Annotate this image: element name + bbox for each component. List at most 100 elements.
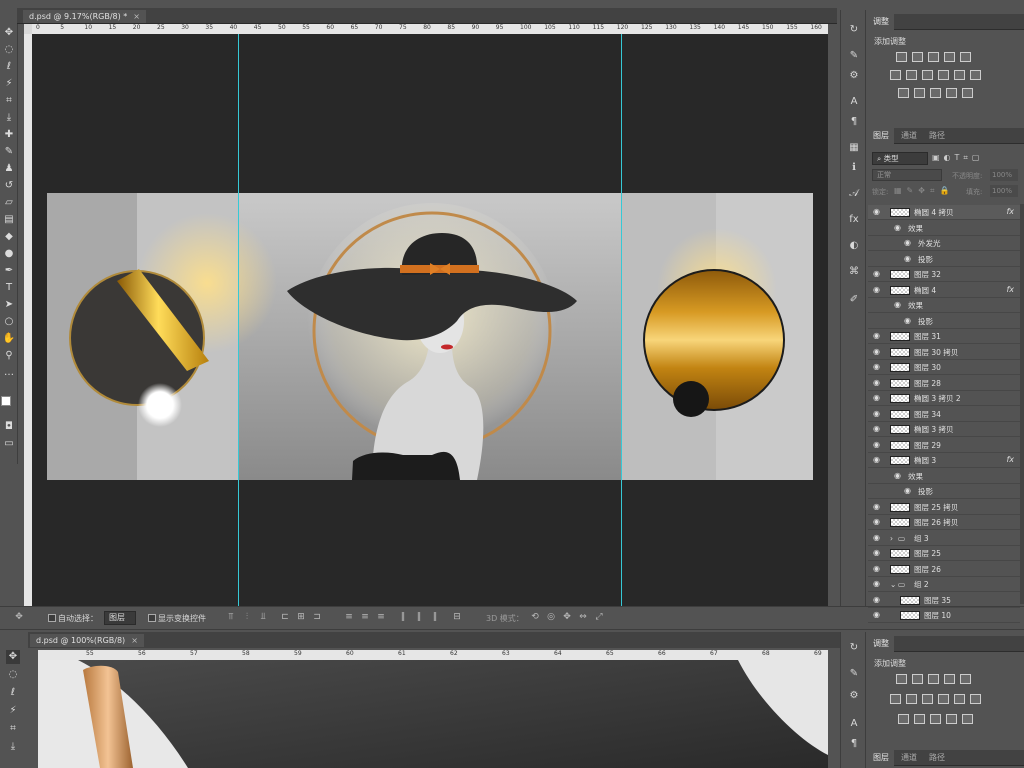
visibility-eye-icon[interactable]: ◉ — [873, 363, 882, 371]
tool-presets-icon[interactable]: ⚙ — [846, 68, 862, 84]
color-lookup-icon[interactable] — [970, 70, 981, 80]
effect-visibility-icon[interactable]: ◉ — [904, 316, 913, 324]
history-icon[interactable]: ↻ — [846, 640, 862, 656]
curves-icon[interactable] — [928, 674, 939, 684]
gradient-tool-icon[interactable]: ▤ — [2, 213, 16, 227]
color-balance-icon[interactable] — [906, 694, 917, 704]
layer-row[interactable]: ◉ 椭圆 3 拷贝 — [868, 422, 1020, 437]
3d-rotate-icon[interactable]: ⟲ — [530, 612, 540, 622]
brightness-icon[interactable] — [896, 674, 907, 684]
layer-effect-row[interactable]: ◉ 效果 — [868, 298, 1020, 313]
layer-row[interactable]: ◉ 图层 28 — [868, 376, 1020, 391]
layer-effect-row[interactable]: ◉ 效果 — [868, 221, 1020, 236]
visibility-eye-icon[interactable]: ◉ — [873, 409, 882, 417]
tab-channels[interactable]: 通道 — [896, 128, 922, 144]
distribute-right-icon[interactable]: ‖ — [430, 612, 440, 622]
photo-filter-icon[interactable] — [938, 70, 949, 80]
black-white-icon[interactable] — [922, 694, 933, 704]
layer-row[interactable]: ◉ 椭圆 3 拷贝 2 — [868, 391, 1020, 406]
visibility-eye-icon[interactable] — [873, 472, 882, 479]
lasso-tool-icon[interactable]: ℓ — [6, 686, 20, 700]
auto-align-icon[interactable]: ⊟ — [452, 612, 462, 622]
magic-wand-icon[interactable]: ⚡ — [2, 77, 16, 91]
layer-fx-badge[interactable]: fx — [1006, 455, 1014, 464]
invert-icon[interactable] — [898, 714, 909, 724]
visibility-eye-icon[interactable]: ◉ — [873, 285, 882, 293]
close-icon[interactable]: × — [133, 12, 140, 21]
effect-visibility-icon[interactable]: ◉ — [904, 254, 913, 262]
effect-visibility-icon[interactable]: ◉ — [904, 239, 913, 247]
gradient-map-icon[interactable] — [962, 88, 973, 98]
ruler-origin[interactable] — [24, 24, 32, 34]
visibility-eye-icon[interactable]: ◉ — [873, 394, 882, 402]
foreground-color-swatch[interactable] — [1, 396, 11, 406]
chevron-right-icon[interactable]: › — [890, 534, 893, 543]
marquee-tool-icon[interactable]: ◌ — [6, 668, 20, 682]
visibility-eye-icon[interactable]: ◉ — [873, 347, 882, 355]
visibility-eye-icon[interactable]: ◉ — [873, 456, 882, 464]
3d-roll-icon[interactable]: ◎ — [546, 612, 556, 622]
swatches-icon[interactable]: ◐ — [846, 238, 862, 254]
visibility-eye-icon[interactable]: ◉ — [873, 332, 882, 340]
lasso-tool-icon[interactable]: ℓ — [2, 60, 16, 74]
effect-visibility-icon[interactable]: ◉ — [894, 471, 903, 479]
layer-fx-badge[interactable]: fx — [1006, 285, 1014, 294]
visibility-eye-icon[interactable] — [873, 224, 882, 231]
selective-color-icon[interactable] — [946, 714, 957, 724]
history-icon[interactable]: ↻ — [846, 22, 862, 38]
tool-presets-icon[interactable]: ⚙ — [846, 688, 862, 704]
layer-row[interactable]: ◉ 图层 30 — [868, 360, 1020, 375]
visibility-eye-icon[interactable]: ◉ — [873, 518, 882, 526]
invert-icon[interactable] — [898, 88, 909, 98]
crop-tool-icon[interactable]: ⌗ — [2, 94, 16, 108]
align-hcenter-icon[interactable]: ⊞ — [296, 612, 306, 622]
auto-select-dropdown[interactable]: 图层 — [104, 611, 136, 625]
layer-row[interactable]: ◉ 图层 25 — [868, 546, 1020, 561]
visibility-eye-icon[interactable]: ◉ — [873, 425, 882, 433]
show-transform-checkbox[interactable] — [148, 614, 156, 622]
close-icon[interactable]: × — [131, 636, 138, 645]
posterize-icon[interactable] — [914, 714, 925, 724]
paragraph-icon[interactable]: ¶ — [846, 736, 862, 752]
align-bottom-icon[interactable]: ⫫ — [258, 612, 268, 622]
brushes-icon[interactable]: ✐ — [846, 292, 862, 308]
align-right-icon[interactable]: ⊐ — [312, 612, 322, 622]
layer-group-row[interactable]: ◉ ⌄ ▭ 组 2 — [868, 577, 1020, 592]
crop-tool-icon[interactable]: ⌗ — [6, 722, 20, 736]
ellipse-tool-icon[interactable]: ○ — [2, 315, 16, 329]
properties-icon[interactable]: ▦ — [846, 140, 862, 156]
brush-tool-icon[interactable]: ✎ — [2, 145, 16, 159]
tab-paths[interactable]: 路径 — [924, 750, 950, 766]
levels-icon[interactable] — [912, 674, 923, 684]
tab-layers[interactable]: 图层 — [868, 750, 894, 766]
brightness-icon[interactable] — [896, 52, 907, 62]
actions-icon[interactable]: fx — [846, 212, 862, 228]
character-icon[interactable]: A — [846, 716, 862, 732]
blend-mode-dropdown[interactable]: 正常 — [872, 169, 942, 181]
tab-layers[interactable]: 图层 — [868, 128, 894, 144]
character-icon[interactable]: A — [846, 94, 862, 110]
photo-filter-icon[interactable] — [938, 694, 949, 704]
selective-color-icon[interactable] — [946, 88, 957, 98]
color-lookup-icon[interactable] — [970, 694, 981, 704]
visibility-eye-icon[interactable]: ◉ — [873, 533, 882, 541]
gradient-map-icon[interactable] — [962, 714, 973, 724]
hand-tool-icon[interactable]: ✋ — [2, 332, 16, 346]
libraries-icon[interactable]: ⌘ — [846, 264, 862, 280]
visibility-eye-icon[interactable]: ◉ — [873, 580, 882, 588]
black-white-icon[interactable] — [922, 70, 933, 80]
move-tool-icon[interactable]: ✥ — [6, 650, 20, 664]
tab-adjustments[interactable]: 调整 — [868, 636, 894, 652]
effect-visibility-icon[interactable]: ◉ — [894, 223, 903, 231]
eyedropper-icon[interactable]: ⤓ — [2, 111, 16, 125]
lock-icons[interactable]: ▦✎✥⌗🔒 — [894, 186, 954, 196]
layer-row[interactable]: ◉ 椭圆 3 fx — [868, 453, 1020, 468]
layer-effect-row[interactable]: ◉ 效果 — [868, 469, 1020, 484]
layer-row[interactable]: ◉ 图层 35 — [868, 593, 1020, 608]
visibility-eye-icon[interactable] — [873, 317, 882, 324]
color-balance-icon[interactable] — [906, 70, 917, 80]
channel-mixer-icon[interactable] — [954, 70, 965, 80]
eraser-icon[interactable]: ▱ — [2, 196, 16, 210]
visibility-eye-icon[interactable] — [873, 255, 882, 262]
visibility-eye-icon[interactable]: ◉ — [873, 440, 882, 448]
